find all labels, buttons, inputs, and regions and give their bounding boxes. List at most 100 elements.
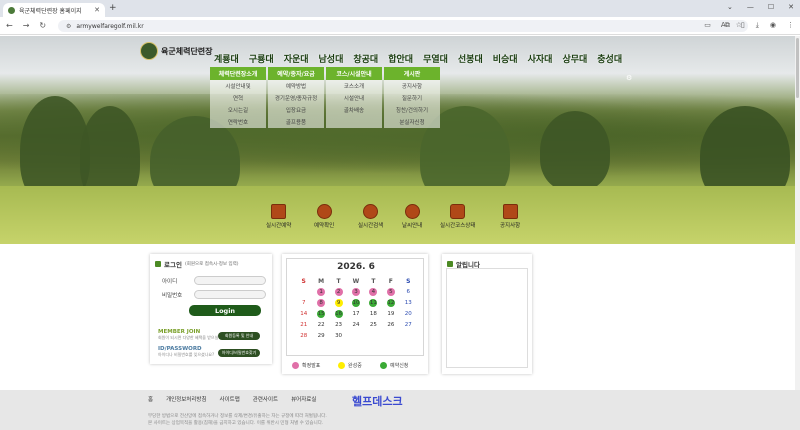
extensions-icon[interactable]: ⧉: [725, 21, 730, 30]
calendar-day[interactable]: 20: [404, 310, 412, 318]
footer-link-privacy[interactable]: 개인정보처리방침: [166, 395, 206, 403]
quick-item-course[interactable]: 실시간코스상태: [440, 204, 475, 229]
new-tab-icon[interactable]: +: [109, 3, 117, 13]
calendar-day[interactable]: 10: [351, 299, 360, 307]
quick-item-weather[interactable]: 날씨안내: [402, 204, 422, 229]
scrollbar-thumb[interactable]: [796, 38, 799, 98]
helpdesk-link[interactable]: 헬프데스크: [352, 393, 403, 409]
calendar-day[interactable]: 26: [387, 321, 395, 329]
quick-item-reservation[interactable]: 실시간예약: [266, 204, 291, 229]
gnb-item[interactable]: 상무대: [562, 52, 587, 65]
calendar-day[interactable]: 7: [300, 299, 308, 307]
download-icon[interactable]: ⤓: [756, 21, 759, 30]
gnb-item[interactable]: 자운대: [284, 52, 309, 65]
calendar-day[interactable]: 6: [404, 288, 412, 296]
site-info-icon[interactable]: ⚙: [66, 23, 71, 30]
browser-tab[interactable]: 육군체력단련장 홈페이지 ✕: [3, 3, 105, 17]
submenu-item[interactable]: 시설안내: [326, 92, 382, 104]
site-logo[interactable]: 육군체력단련장: [140, 42, 213, 60]
minimize-icon[interactable]: —: [747, 3, 754, 11]
calendar-day[interactable]: 12: [386, 299, 395, 307]
member-register-button[interactable]: 회원등록 및 안내: [218, 332, 260, 340]
calendar-day[interactable]: 3: [351, 288, 360, 296]
cast-icon[interactable]: ▭: [704, 21, 711, 29]
reload-icon[interactable]: ↻: [39, 21, 46, 30]
submenu-item[interactable]: 질문하기: [384, 92, 440, 104]
gnb-item[interactable]: 구룡대: [249, 52, 274, 65]
footer-link-home[interactable]: 홈: [148, 395, 153, 403]
calendar-day[interactable]: 23: [335, 321, 343, 329]
profile-icon[interactable]: ◉: [770, 21, 776, 30]
url-text[interactable]: armywelfaregolf.mil.kr: [76, 23, 143, 30]
submenu-item[interactable]: 입장요금: [268, 104, 324, 116]
calendar-day[interactable]: 27: [404, 321, 412, 329]
gnb-item[interactable]: 계룡대: [214, 52, 239, 65]
quick-item-search[interactable]: 실시간검색: [358, 204, 383, 229]
sitemap-icon[interactable]: ⚙: [626, 74, 632, 82]
calendar-day[interactable]: 30: [335, 332, 343, 340]
calendar-day[interactable]: 25: [369, 321, 377, 329]
page-scrollbar[interactable]: [795, 36, 800, 430]
submenu-header[interactable]: 게시판: [384, 67, 440, 80]
menu-icon[interactable]: ⋮: [787, 21, 794, 30]
back-icon[interactable]: ←: [6, 21, 13, 30]
submenu-item[interactable]: 골프용품: [268, 116, 324, 128]
calendar-day[interactable]: 16: [334, 310, 343, 318]
gnb-item[interactable]: 남성대: [319, 52, 344, 65]
submenu-header[interactable]: 체력단련장소개: [210, 67, 266, 80]
calendar-day[interactable]: 28: [300, 332, 308, 340]
calendar-day[interactable]: 29: [317, 332, 325, 340]
submenu-item[interactable]: 시설안내및: [210, 80, 266, 92]
submenu-item[interactable]: 분실자신청: [384, 116, 440, 128]
gnb-item[interactable]: 비승대: [493, 52, 518, 65]
submenu-item[interactable]: 경기운영/종자규정: [268, 92, 324, 104]
chevron-down-icon[interactable]: ⌄: [727, 3, 733, 11]
login-button[interactable]: Login: [189, 305, 261, 316]
calendar-day[interactable]: 4: [369, 288, 378, 296]
gnb-item[interactable]: 사자대: [528, 52, 553, 65]
submenu-header[interactable]: 예약/종자/요금: [268, 67, 324, 80]
forward-icon[interactable]: →: [23, 21, 30, 30]
calendar-day[interactable]: 24: [352, 321, 360, 329]
calendar-day[interactable]: 5: [386, 288, 395, 296]
submenu-item[interactable]: 코스소개: [326, 80, 382, 92]
submenu-item[interactable]: 연혁: [210, 92, 266, 104]
calendar-day[interactable]: 21: [300, 321, 308, 329]
submenu-item[interactable]: 연락번호: [210, 116, 266, 128]
calendar-day[interactable]: 2: [334, 288, 343, 296]
calendar-day[interactable]: 15: [317, 310, 326, 318]
footer-link-related[interactable]: 관련사이트: [253, 395, 278, 403]
calendar-day[interactable]: 9: [334, 299, 343, 307]
gnb-item[interactable]: 창공대: [353, 52, 378, 65]
submenu-header[interactable]: 코스/시설안내: [326, 67, 382, 80]
calendar-day[interactable]: 18: [369, 310, 377, 318]
calendar-day[interactable]: 8: [317, 299, 326, 307]
calendar-day[interactable]: 17: [352, 310, 360, 318]
submenu-item[interactable]: 골차배송: [326, 104, 382, 116]
gnb-item[interactable]: 무열대: [423, 52, 448, 65]
gnb-item[interactable]: 충성대: [597, 52, 622, 65]
id-input[interactable]: [194, 276, 266, 285]
quick-item-check[interactable]: 예약확인: [314, 204, 334, 229]
password-input[interactable]: [194, 290, 266, 299]
quick-item-notice[interactable]: 공지사항: [500, 204, 520, 229]
submenu-item[interactable]: 오시는길: [210, 104, 266, 116]
calendar-day[interactable]: 11: [369, 299, 378, 307]
sidepanel-icon[interactable]: ▯: [741, 21, 745, 30]
close-window-icon[interactable]: ✕: [788, 3, 794, 11]
submenu-item[interactable]: 예약방법: [268, 80, 324, 92]
calendar-day[interactable]: 14: [300, 310, 308, 318]
gnb-item[interactable]: 합안대: [388, 52, 413, 65]
omnibox[interactable]: ⚙ armywelfaregolf.mil.kr: [58, 20, 748, 32]
footer-link-viewer[interactable]: 뷰어자료실: [291, 395, 316, 403]
submenu-item[interactable]: 칭찬/건의하기: [384, 104, 440, 116]
submenu-item[interactable]: 공지사항: [384, 80, 440, 92]
maximize-icon[interactable]: ☐: [768, 3, 774, 11]
calendar-day[interactable]: 13: [404, 299, 412, 307]
gnb-item[interactable]: 선봉대: [458, 52, 483, 65]
close-tab-icon[interactable]: ✕: [94, 6, 100, 14]
footer-link-sitemap[interactable]: 사이트맵: [220, 395, 240, 403]
calendar-day[interactable]: 22: [317, 321, 325, 329]
idpw-find-button[interactable]: 아이디/비밀번호찾기: [218, 349, 260, 357]
calendar-day[interactable]: 19: [387, 310, 395, 318]
